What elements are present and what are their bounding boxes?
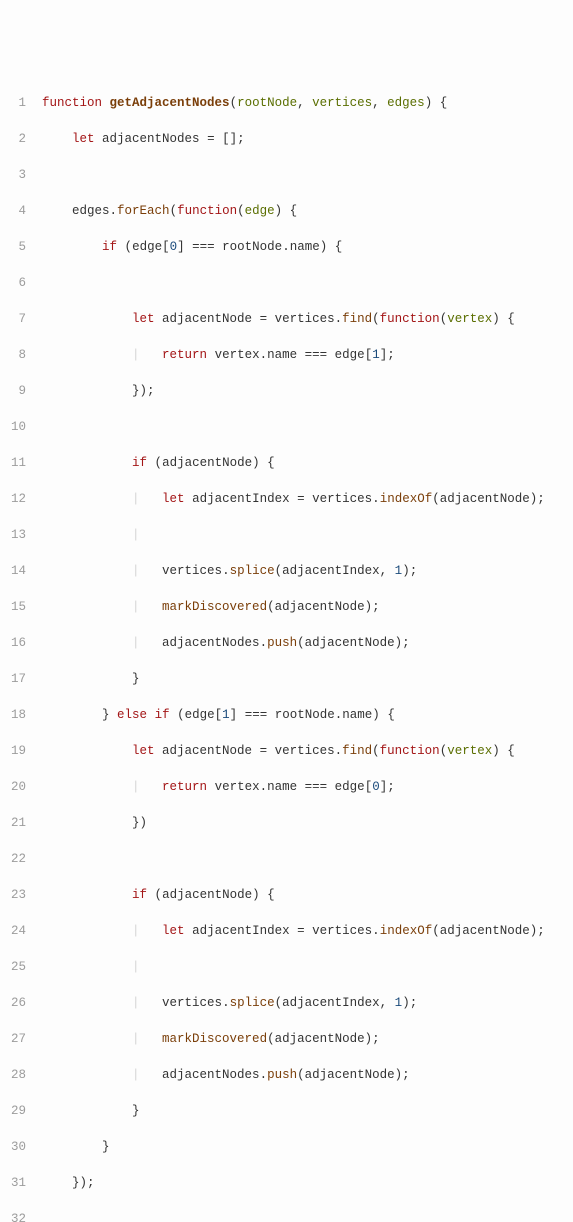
line-number: 3 — [0, 166, 26, 184]
line-number: 27 — [0, 1030, 26, 1048]
line-number: 4 — [0, 202, 26, 220]
line-number: 6 — [0, 274, 26, 292]
code-line: edges.forEach(function(edge) { — [42, 202, 573, 220]
code-line: | adjacentNodes.push(adjacentNode); — [42, 1066, 573, 1084]
line-number: 19 — [0, 742, 26, 760]
line-number: 14 — [0, 562, 26, 580]
line-number: 2 — [0, 130, 26, 148]
line-number: 17 — [0, 670, 26, 688]
code-line — [42, 418, 573, 436]
code-line: } — [42, 1102, 573, 1120]
code-line: | — [42, 526, 573, 544]
line-number-gutter: 1 2 3 4 5 6 7 8 9 10 11 12 13 14 15 16 1… — [0, 76, 38, 1222]
code-line: | let adjacentIndex = vertices.indexOf(a… — [42, 490, 573, 508]
line-number: 12 — [0, 490, 26, 508]
code-line: let adjacentNode = vertices.find(functio… — [42, 742, 573, 760]
line-number: 25 — [0, 958, 26, 976]
line-number: 20 — [0, 778, 26, 796]
code-line: }); — [42, 382, 573, 400]
code-line: if (edge[0] === rootNode.name) { — [42, 238, 573, 256]
code-line: let adjacentNode = vertices.find(functio… — [42, 310, 573, 328]
code-line — [42, 166, 573, 184]
line-number: 26 — [0, 994, 26, 1012]
line-number: 7 — [0, 310, 26, 328]
line-number: 24 — [0, 922, 26, 940]
code-line: function getAdjacentNodes(rootNode, vert… — [42, 94, 573, 112]
code-line: | markDiscovered(adjacentNode); — [42, 598, 573, 616]
code-line: | let adjacentIndex = vertices.indexOf(a… — [42, 922, 573, 940]
code-editor: 1 2 3 4 5 6 7 8 9 10 11 12 13 14 15 16 1… — [0, 76, 573, 1222]
line-number: 1 — [0, 94, 26, 112]
line-number: 15 — [0, 598, 26, 616]
code-line: }) — [42, 814, 573, 832]
code-line: if (adjacentNode) { — [42, 454, 573, 472]
code-line — [42, 1210, 573, 1222]
line-number: 5 — [0, 238, 26, 256]
line-number: 23 — [0, 886, 26, 904]
line-number: 29 — [0, 1102, 26, 1120]
line-number: 16 — [0, 634, 26, 652]
line-number: 21 — [0, 814, 26, 832]
line-number: 22 — [0, 850, 26, 868]
code-line: | vertices.splice(adjacentIndex, 1); — [42, 994, 573, 1012]
code-area[interactable]: function getAdjacentNodes(rootNode, vert… — [38, 76, 573, 1222]
line-number: 13 — [0, 526, 26, 544]
code-line: | adjacentNodes.push(adjacentNode); — [42, 634, 573, 652]
code-line: } else if (edge[1] === rootNode.name) { — [42, 706, 573, 724]
code-line: | return vertex.name === edge[0]; — [42, 778, 573, 796]
line-number: 30 — [0, 1138, 26, 1156]
line-number: 10 — [0, 418, 26, 436]
line-number: 28 — [0, 1066, 26, 1084]
line-number: 32 — [0, 1210, 26, 1222]
code-line: | return vertex.name === edge[1]; — [42, 346, 573, 364]
line-number: 18 — [0, 706, 26, 724]
code-line: | markDiscovered(adjacentNode); — [42, 1030, 573, 1048]
code-line — [42, 850, 573, 868]
code-line: | vertices.splice(adjacentIndex, 1); — [42, 562, 573, 580]
line-number: 9 — [0, 382, 26, 400]
line-number: 8 — [0, 346, 26, 364]
code-line: } — [42, 1138, 573, 1156]
line-number: 31 — [0, 1174, 26, 1192]
code-line: } — [42, 670, 573, 688]
code-line: | — [42, 958, 573, 976]
line-number: 11 — [0, 454, 26, 472]
code-line: if (adjacentNode) { — [42, 886, 573, 904]
code-line: }); — [42, 1174, 573, 1192]
code-line: let adjacentNodes = []; — [42, 130, 573, 148]
code-line — [42, 274, 573, 292]
